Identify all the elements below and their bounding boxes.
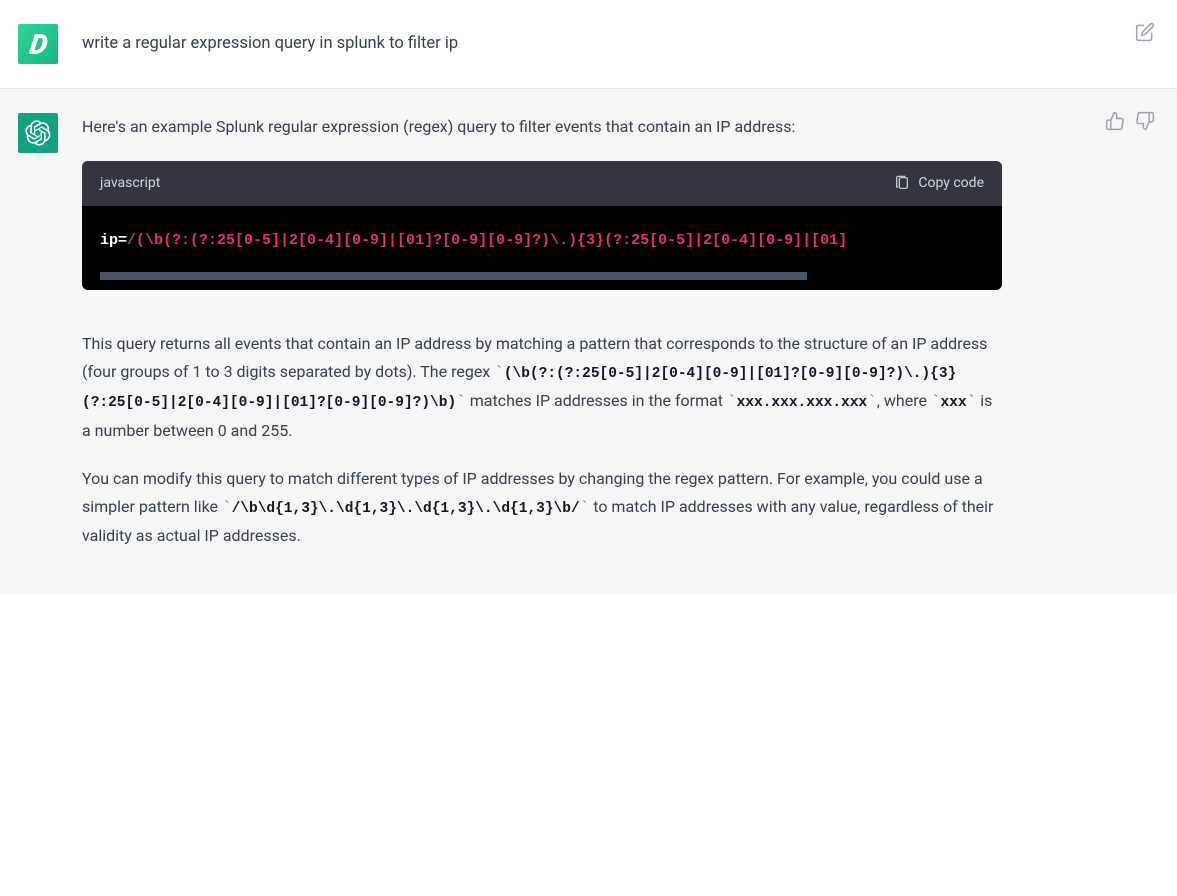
explanation-paragraph-1: This query returns all events that conta… <box>82 330 1002 445</box>
explanation-paragraph-2: You can modify this query to match diffe… <box>82 465 1002 550</box>
openai-logo-icon <box>25 120 51 146</box>
code-body[interactable]: ip=/(\b(?:(?:25[0-5]|2[0-4][0-9]|[01]?[0… <box>82 206 1002 290</box>
inline-code-xxx: xxx <box>941 395 967 411</box>
code-header: javascript Copy code <box>82 161 1002 206</box>
code-block: javascript Copy code ip=/(\b(?:(?:25[0-5… <box>82 161 1002 290</box>
code-token-var: ip= <box>100 232 127 249</box>
user-message-row: D write a regular expression query in sp… <box>0 0 1177 89</box>
code-horizontal-scrollbar[interactable] <box>100 272 807 280</box>
exp-text: , where <box>877 391 931 410</box>
copy-code-button[interactable]: Copy code <box>894 171 984 196</box>
code-language-label: javascript <box>100 171 160 196</box>
inline-code-format: xxx.xxx.xxx.xxx <box>737 395 868 411</box>
copy-code-label: Copy code <box>918 171 984 196</box>
inline-code-simple-regex: /\b\d{1,3}\.\d{1,3}\.\d{1,3}\.\d{1,3}\b/ <box>232 501 580 517</box>
thumbs-up-icon[interactable] <box>1105 111 1125 131</box>
user-message-text: write a regular expression query in splu… <box>82 24 1062 64</box>
edit-icon[interactable] <box>1135 22 1155 42</box>
user-avatar-letter: D <box>28 28 48 61</box>
assistant-message-actions <box>1105 111 1155 131</box>
clipboard-icon <box>894 175 910 191</box>
exp-text: matches IP addresses in the format <box>466 391 727 410</box>
assistant-avatar <box>18 113 58 153</box>
assistant-message-content: Here's an example Splunk regular express… <box>82 113 1062 570</box>
thumbs-down-icon[interactable] <box>1135 111 1155 131</box>
user-message-actions <box>1135 22 1155 42</box>
user-avatar: D <box>18 24 58 64</box>
code-token-regex: /(\b(?:(?:25[0-5]|2[0-4][0-9]|[01]?[0-9]… <box>127 232 847 249</box>
assistant-message-row: Here's an example Splunk regular express… <box>0 89 1177 594</box>
assistant-intro-text: Here's an example Splunk regular express… <box>82 113 1002 141</box>
